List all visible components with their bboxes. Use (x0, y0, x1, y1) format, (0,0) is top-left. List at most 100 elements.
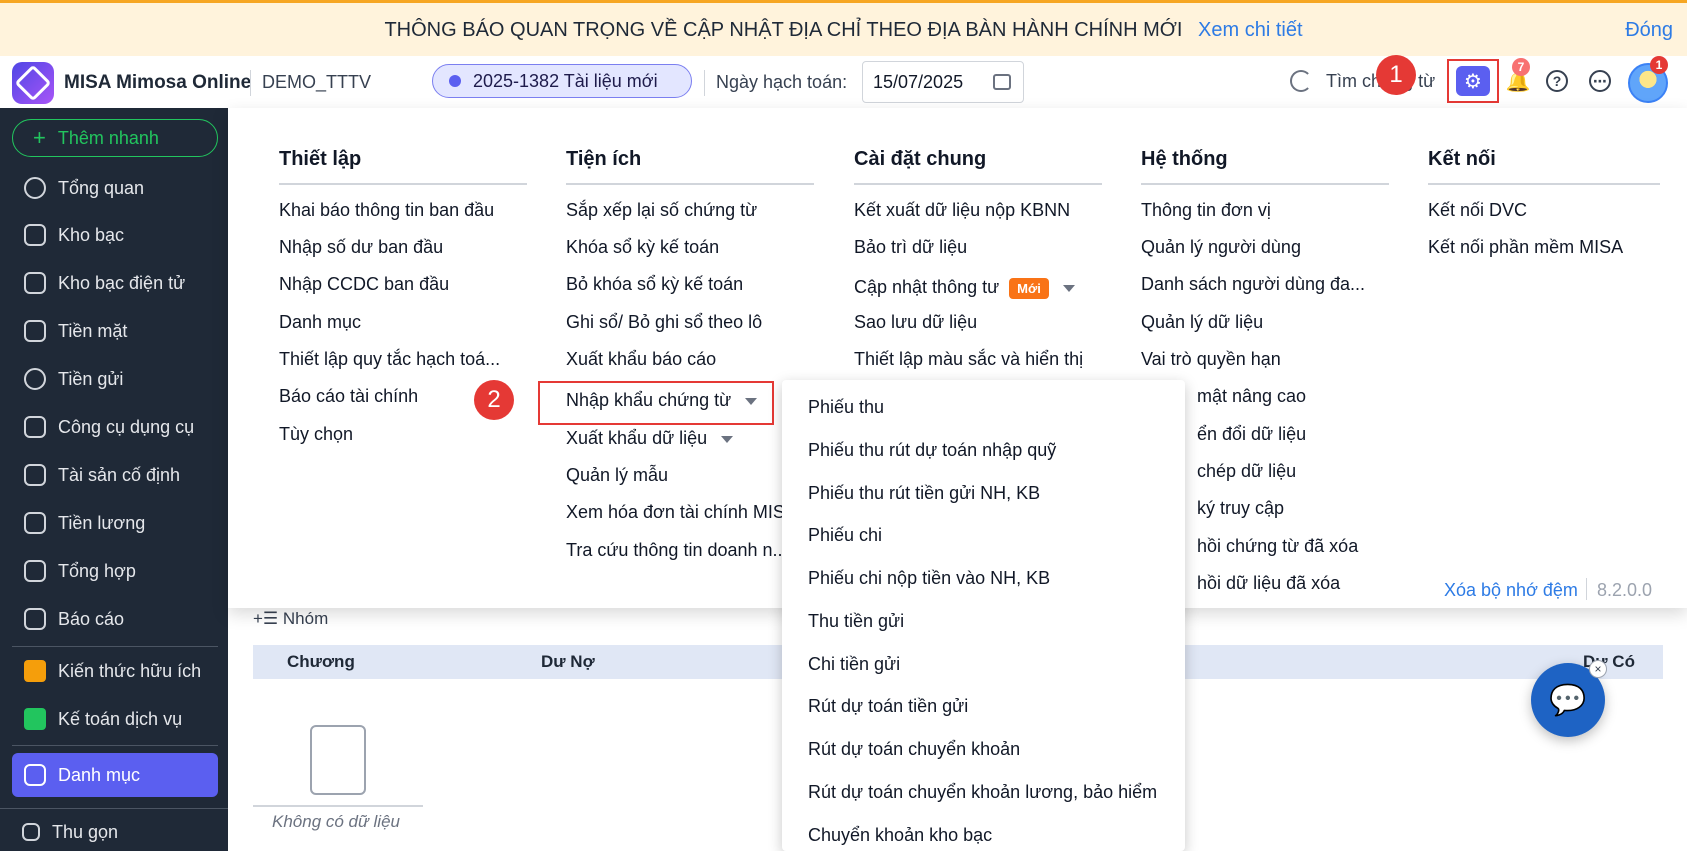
settings-highlight-box: ⚙ (1447, 59, 1499, 103)
sidebar-item-summary[interactable]: Tổng hợp (12, 549, 218, 593)
sidebar-item-reports[interactable]: Báo cáo (12, 597, 218, 641)
sidebar-item-label: Danh mục (58, 764, 141, 785)
submenu-item[interactable]: Rút dự toán tiền gửi (808, 696, 968, 717)
banner-details-link[interactable]: Xem chi tiết (1198, 19, 1302, 41)
menu-item[interactable]: Kết nối phần mềm MISA (1428, 237, 1623, 258)
sidebar-item-deposits[interactable]: Tiền gửi (12, 357, 218, 401)
group-button[interactable]: +☰ Nhóm (253, 609, 328, 629)
sidebar-collapse-button[interactable]: Thu gọn (10, 810, 216, 851)
menu-item[interactable]: Xem hóa đơn tài chính MIS (566, 502, 785, 523)
sidebar-item-cash[interactable]: Tiền mặt (12, 309, 218, 353)
tools-icon (24, 416, 46, 438)
quick-add-button[interactable]: + Thêm nhanh (12, 119, 218, 157)
menu-item[interactable]: Quản lý người dùng (1141, 237, 1301, 258)
menu-item[interactable]: ký truy cập (1197, 498, 1284, 519)
menu-item[interactable]: Khai báo thông tin ban đầu (279, 200, 494, 221)
menu-item[interactable]: ển đổi dữ liệu (1197, 424, 1306, 445)
submenu-item[interactable]: Rút dự toán chuyển khoản lương, bảo hiểm (808, 782, 1157, 803)
step-2-marker: 2 (474, 380, 514, 420)
sidebar-item-knowledge[interactable]: Kiến thức hữu ích (12, 649, 218, 693)
menu-item[interactable]: Báo cáo tài chính (279, 386, 418, 407)
search-refresh-icon (1290, 70, 1312, 92)
menu-item[interactable]: Thông tin đơn vị (1141, 200, 1271, 221)
menu-item[interactable]: Khóa sổ kỳ kế toán (566, 237, 719, 258)
menu-item[interactable]: Tùy chọn (279, 424, 353, 445)
column-divider (1428, 183, 1660, 185)
menu-item[interactable]: Nhập CCDC ban đầu (279, 274, 449, 295)
submenu-item[interactable]: Chi tiền gửi (808, 654, 900, 675)
sidebar-divider (12, 646, 218, 647)
column-header-chapter[interactable]: Chương (287, 652, 355, 672)
general-settings-column-title: Cài đặt chung (854, 148, 987, 170)
e-treasury-icon (24, 272, 46, 294)
banner-message: THÔNG BÁO QUAN TRỌNG VỀ CẬP NHẬT ĐỊA CHỈ… (384, 19, 1183, 41)
menu-item[interactable]: Kết xuất dữ liệu nộp KBNN (854, 200, 1070, 221)
menu-item[interactable]: hồi dữ liệu đã xóa (1197, 573, 1340, 594)
submenu-item[interactable]: Phiếu chi (808, 525, 882, 546)
deposit-icon (24, 368, 46, 390)
menu-item[interactable]: Quản lý dữ liệu (1141, 312, 1263, 333)
collapse-label: Thu gọn (52, 821, 119, 842)
menu-item[interactable]: hồi chứng từ đã xóa (1197, 536, 1358, 557)
sidebar-item-e-treasury[interactable]: Kho bạc điện tử (12, 261, 218, 305)
posting-date-input[interactable]: 15/07/2025 (862, 61, 1024, 103)
sidebar-divider (12, 745, 218, 746)
sidebar-item-payroll[interactable]: Tiền lương (12, 501, 218, 545)
system-column-title: Hệ thống (1141, 148, 1228, 170)
banner-close-button[interactable]: Đóng (1625, 19, 1673, 42)
calendar-icon[interactable] (993, 74, 1011, 90)
export-data-item[interactable]: Xuất khẩu dữ liệu (566, 428, 734, 449)
sidebar-item-accounting-service[interactable]: Kế toán dịch vụ (12, 697, 218, 741)
menu-item[interactable]: Danh sách người dùng đa... (1141, 274, 1365, 295)
knowledge-icon (24, 660, 46, 682)
menu-item[interactable]: Bảo trì dữ liệu (854, 237, 967, 258)
database-name[interactable]: DEMO_TTTV (262, 72, 371, 93)
empty-document-icon (310, 725, 366, 795)
submenu-item[interactable]: Phiếu thu (808, 397, 884, 418)
summary-icon (24, 560, 46, 582)
menu-item[interactable]: Bỏ khóa sổ kỳ kế toán (566, 274, 743, 295)
menu-item[interactable]: mật nâng cao (1197, 386, 1306, 407)
sidebar-divider (0, 808, 228, 809)
sidebar-item-tools[interactable]: Công cụ dụng cụ (12, 405, 218, 449)
menu-item[interactable]: Tra cứu thông tin doanh n... (566, 540, 788, 561)
column-header-debit[interactable]: Dư Nợ (541, 652, 595, 672)
chat-close-icon[interactable]: × (1589, 660, 1607, 678)
posting-date-value: 15/07/2025 (873, 71, 964, 92)
menu-item[interactable]: Kết nối DVC (1428, 200, 1527, 221)
gear-icon[interactable]: ⚙ (1456, 66, 1490, 96)
document-pill[interactable]: 2025-1382 Tài liệu mới (432, 64, 692, 98)
sidebar-item-overview[interactable]: Tổng quan (12, 166, 218, 210)
sidebar-item-treasury[interactable]: Kho bạc (12, 213, 218, 257)
app-name: MISA Mimosa Online (64, 72, 252, 93)
sidebar-item-label: Kho bạc điện tử (58, 272, 186, 293)
more-icon[interactable]: ⋯ (1589, 70, 1611, 92)
sidebar-item-fixed-assets[interactable]: Tài sản cố định (12, 453, 218, 497)
menu-item[interactable]: Ghi sổ/ Bỏ ghi sổ theo lô (566, 312, 762, 333)
menu-item[interactable]: Thiết lập màu sắc và hiển thị (854, 349, 1083, 370)
misa-logo-icon[interactable] (12, 62, 54, 104)
menu-item[interactable]: chép dữ liệu (1197, 461, 1296, 482)
submenu-item[interactable]: Phiếu chi nộp tiền vào NH, KB (808, 568, 1050, 589)
submenu-item[interactable]: Phiếu thu rút tiền gửi NH, KB (808, 483, 1040, 504)
clear-cache-link[interactable]: Xóa bộ nhớ đệm (1444, 580, 1578, 601)
submenu-item[interactable]: Thu tiền gửi (808, 611, 904, 632)
submenu-item[interactable]: Rút dự toán chuyển khoản (808, 739, 1020, 760)
menu-item[interactable]: Vai trò quyền hạn (1141, 349, 1281, 370)
menu-item[interactable]: Danh mục (279, 312, 361, 333)
menu-item[interactable]: Nhập số dư ban đầu (279, 237, 443, 258)
help-icon[interactable]: ? (1546, 70, 1568, 92)
menu-item[interactable]: Sao lưu dữ liệu (854, 312, 977, 333)
submenu-item[interactable]: Chuyển khoản kho bạc (808, 825, 992, 846)
submenu-item[interactable]: Phiếu thu rút dự toán nhập quỹ (808, 440, 1056, 461)
sidebar-item-catalog[interactable]: Danh mục (12, 753, 218, 797)
menu-item[interactable]: Xuất khẩu báo cáo (566, 349, 716, 370)
import-highlight-box (538, 381, 774, 425)
menu-item[interactable]: Quản lý mẫu (566, 465, 668, 486)
menu-item[interactable]: Thiết lập quy tắc hạch toá... (279, 349, 500, 370)
sidebar-item-label: Tổng hợp (58, 560, 136, 581)
update-circular-item[interactable]: Cập nhật thông tư Mới (854, 277, 1075, 299)
banner-text: THÔNG BÁO QUAN TRỌNG VỀ CẬP NHẬT ĐỊA CHỈ… (0, 19, 1687, 42)
menu-item[interactable]: Sắp xếp lại số chứng từ (566, 200, 757, 221)
notification-badge: 7 (1512, 58, 1530, 76)
